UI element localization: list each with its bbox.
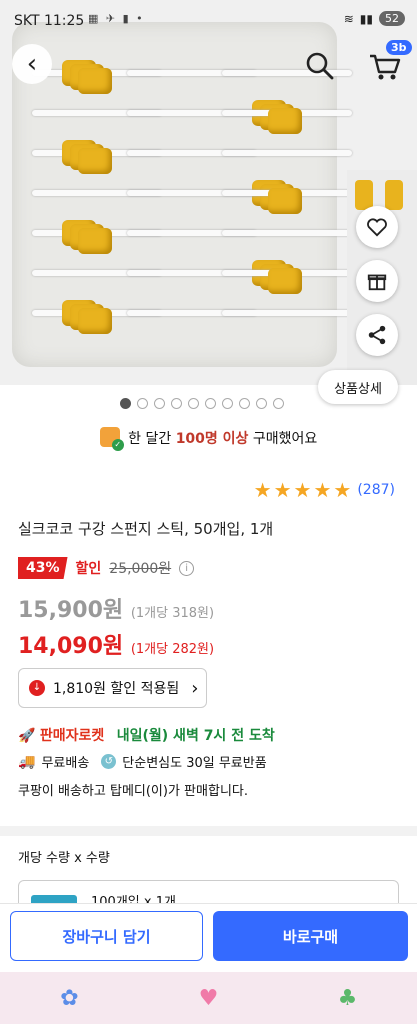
clover-icon[interactable]: ♣ [328,983,368,1013]
share-icon [368,325,386,345]
wishlist-button[interactable] [356,206,398,248]
price-value: 15,900원 [18,598,124,623]
wifi-icon: ≋ [343,11,354,26]
coupon-applied-button[interactable]: ↓ 1,810원 할인 적용됨 › [18,668,207,708]
gallery-dot[interactable] [256,398,267,409]
swab-sponge [78,308,112,334]
seller-rocket-badge: 판매자로켓 [39,728,105,744]
swab-sponge [268,188,302,214]
rocket-icon: 🚀 [18,728,36,744]
product-image[interactable] [0,0,417,385]
chevron-right-icon: › [191,677,199,699]
coupon-label: 1,810원 할인 적용됨 [53,681,180,697]
shipping-info: 🚚 무료배송 ↺ 단순변심도 30일 무료반품 [18,752,267,772]
gallery-dot[interactable] [137,398,148,409]
discount-badge: 43% [18,557,68,579]
truck-icon: 🚚 [18,753,36,770]
add-to-cart-label: 장바구니 담기 [62,927,151,946]
swab-stick [222,150,352,156]
gallery-dot[interactable] [239,398,250,409]
return-policy-label: 단순변심도 30일 무료반품 [122,756,267,771]
swab-sponge [268,268,302,294]
arrow-down-icon: ↓ [29,680,45,696]
gift-button[interactable] [356,260,398,302]
side-swab-sponge [385,180,403,210]
swab-stick [222,310,352,316]
swab-sponge [78,148,112,174]
back-button[interactable]: ‹ [12,44,52,84]
price: 15,900원 (1개당 318원) [18,592,214,624]
discount-row: 43% 할인 25,000원 i [18,557,195,579]
star-icon: ★ [293,478,312,502]
free-shipping-label: 무료배송 [41,756,90,771]
status-right: ≋ ▮▮ 52 [344,11,405,26]
unit-price: (1개당 318원) [130,606,215,621]
heart-icon [367,218,387,237]
swab-sponge [268,108,302,134]
chevron-left-icon: ‹ [26,49,38,79]
star-icon: ★ [253,478,272,502]
battery-icon: 52 [379,11,405,26]
buy-now-button[interactable]: 바로구매 [213,911,408,961]
final-unit-price: (1개당 282원) [130,642,215,657]
arrival-date: 내일(월) 새벽 7시 전 도착 [116,728,275,744]
heart-wings-icon[interactable]: ♥ [189,983,229,1013]
share-button[interactable] [356,314,398,356]
cart-count-badge: 3b [386,40,412,55]
gallery-dot[interactable] [154,398,165,409]
social-proof-highlight: 100명 이상 [175,431,249,447]
social-proof: 한 달간 100명 이상 구매했어요 [0,427,417,451]
section-divider [0,826,417,836]
seller-info: 쿠팡이 배송하고 탑메디(이)가 판매합니다. [18,784,248,799]
add-to-cart-button[interactable]: 장바구니 담기 [10,911,203,961]
final-price: 14,090원 (1개당 282원) [18,628,214,660]
option-label: 개당 수량 x 수량 [18,851,110,866]
signal-icon: ▮▮ [359,11,373,26]
status-bar: SKT 11:25 ▦ ✈ ▮ • ≋ ▮▮ 52 [0,0,417,40]
gift-icon [367,274,387,291]
gallery-dot[interactable] [120,398,131,409]
gallery-dot[interactable] [171,398,182,409]
gallery-dot[interactable] [188,398,199,409]
status-icons: ▦ ✈ ▮ • [88,12,145,25]
star-icon: ★ [333,478,352,502]
social-proof-prefix: 한 달간 [128,431,172,447]
delivery-info: 🚀 판매자로켓 내일(월) 새벽 7시 전 도착 [18,725,275,745]
star-icon: ★ [273,478,292,502]
flower-icon[interactable]: ✿ [50,983,90,1013]
product-rating[interactable]: ★ ★ ★ ★ ★ (287) [254,478,395,502]
buy-now-label: 바로구매 [282,927,339,946]
swab-sponge [78,228,112,254]
return-icon: ↺ [101,754,117,769]
product-title: 실크코코 구강 스펀지 스틱, 50개입, 1개 [18,520,274,538]
status-time: SKT 11:25 [14,13,85,29]
swab-stick [222,230,352,236]
side-swab-sponge [355,180,373,210]
star-icon: ★ [313,478,332,502]
original-price: 25,000원 [109,561,172,577]
gallery-dot[interactable] [205,398,216,409]
gallery-dot[interactable] [273,398,284,409]
product-detail-label: 상품상세 [334,381,382,397]
social-proof-suffix: 구매했어요 [252,431,318,447]
gallery-dot[interactable] [222,398,233,409]
product-bag-image [12,22,352,367]
review-count[interactable]: (287) [357,482,395,498]
gallery-pagination [120,398,284,409]
final-price-value: 14,090원 [18,634,124,659]
search-icon[interactable] [304,50,336,82]
sale-label: 할인 [75,561,102,577]
product-detail-button[interactable]: 상품상세 [318,370,398,404]
shopping-bag-check-icon [99,427,124,451]
system-nav-bar: ✿ ♥ ♣ [0,972,417,1024]
info-icon[interactable]: i [179,560,195,576]
swab-sponge [78,68,112,94]
